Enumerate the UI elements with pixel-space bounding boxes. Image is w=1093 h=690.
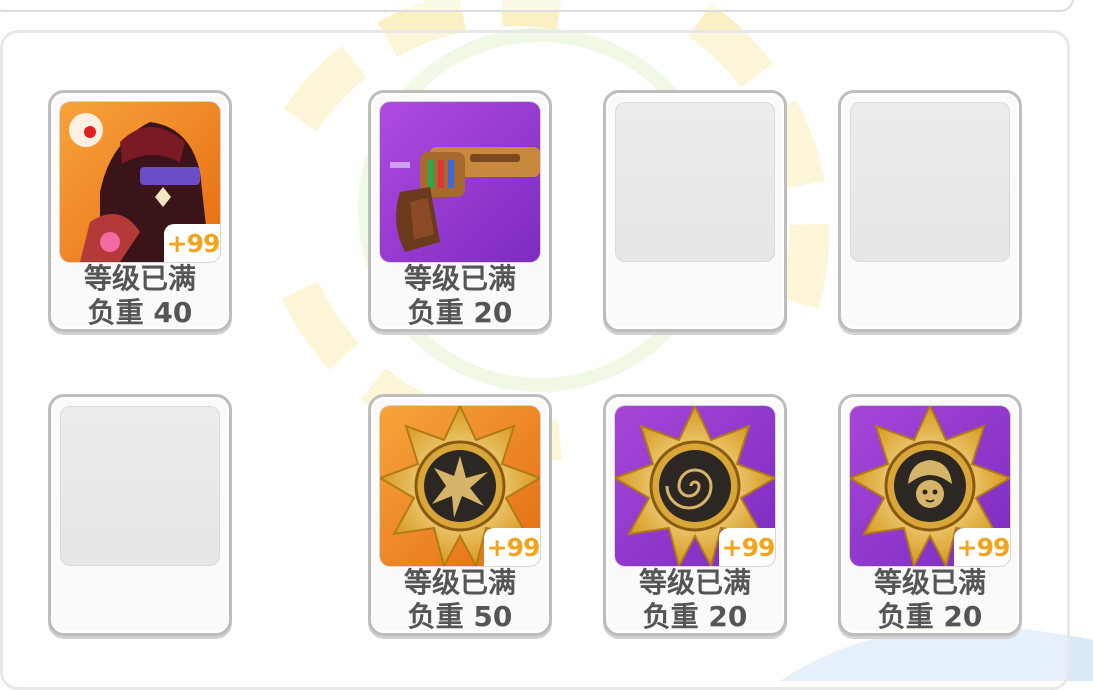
gold-medal-swirl-icon: +99 [615, 406, 775, 566]
character-card-icon: +99 [60, 102, 220, 262]
empty-slot-frame [850, 102, 1010, 262]
equipment-slot-8[interactable]: +99 等级已满 负重 20 [838, 394, 1022, 636]
level-plus-badge: +99 [954, 528, 1010, 566]
empty-slot-frame [60, 406, 220, 566]
equipment-slot-6[interactable]: +99 等级已满 负重 50 [368, 394, 552, 636]
level-plus-badge: +99 [719, 528, 775, 566]
equipment-slot-2[interactable]: 等级已满 负重 20 [368, 90, 552, 332]
level-status-label: 等级已满 [403, 262, 516, 295]
level-status-label: 等级已满 [873, 566, 986, 599]
empty-slot-4[interactable] [838, 90, 1022, 332]
weight-label: 负重 20 [407, 296, 513, 329]
equipment-slot-1[interactable]: +99 等级已满 负重 40 [48, 90, 232, 332]
weight-label: 负重 40 [87, 296, 193, 329]
equipment-slot-7[interactable]: +99 等级已满 负重 20 [603, 394, 787, 636]
level-status-label: 等级已满 [83, 262, 196, 295]
level-plus-badge: +99 [484, 528, 540, 566]
empty-slot-frame [615, 102, 775, 262]
empty-slot-5[interactable] [48, 394, 232, 636]
weight-label: 负重 20 [877, 600, 983, 633]
revolver-weapon-icon [380, 102, 540, 262]
weight-label: 负重 20 [642, 600, 748, 633]
gold-medal-face-icon: +99 [850, 406, 1010, 566]
level-status-label: 等级已满 [638, 566, 751, 599]
level-status-label: 等级已满 [403, 566, 516, 599]
weight-label: 负重 50 [407, 600, 513, 633]
empty-slot-3[interactable] [603, 90, 787, 332]
gold-medal-sun-icon: +99 [380, 406, 540, 566]
top-panel [0, 0, 1074, 12]
level-plus-badge: +99 [164, 224, 220, 262]
